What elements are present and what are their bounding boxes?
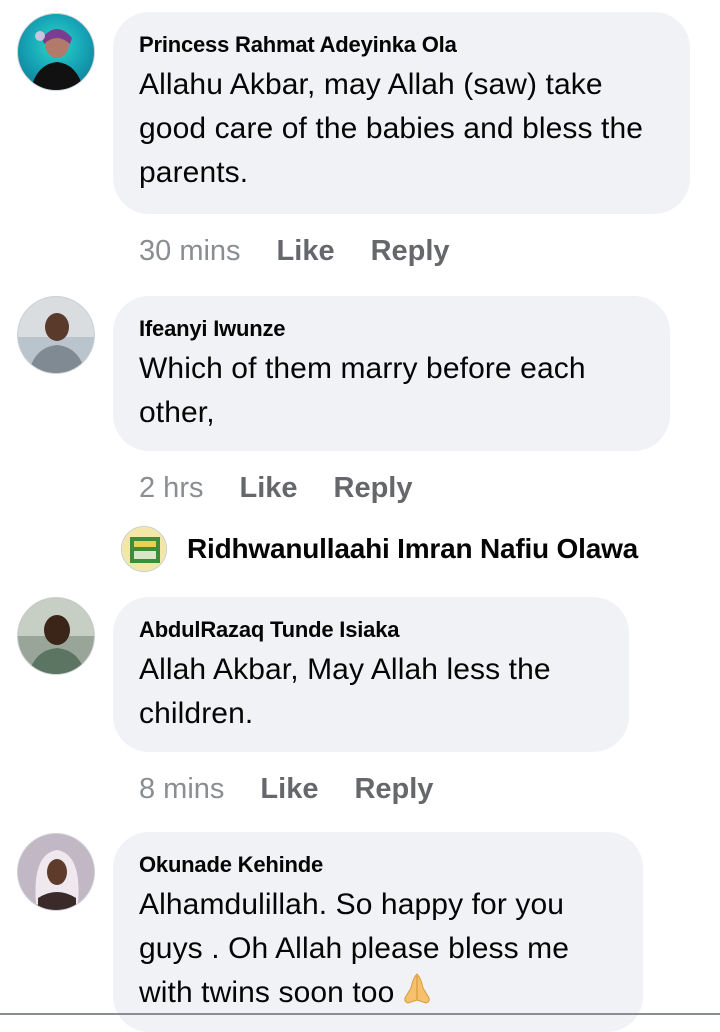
avatar-image — [35, 850, 79, 910]
avatar[interactable] — [17, 13, 95, 91]
comment-bubble: Ifeanyi Iwunze Which of them marry befor… — [113, 296, 670, 451]
comment-bubble: Okunade Kehinde Alhamdulillah. So happy … — [113, 832, 643, 1032]
comment-timestamp[interactable]: 2 hrs — [139, 472, 203, 504]
reply-button[interactable]: Reply — [334, 472, 413, 504]
avatar-image — [18, 598, 94, 674]
reply-author[interactable]: Ridhwanullaahi Imran Nafiu Olawa — [187, 533, 638, 565]
reply-button[interactable]: Reply — [354, 773, 433, 805]
like-button[interactable]: Like — [260, 773, 318, 805]
comment-text: Allahu Akbar, may Allah (saw) take good … — [139, 68, 644, 189]
comment-author[interactable]: AbdulRazaq Tunde Isiaka — [139, 616, 603, 644]
comment-bubble: AbdulRazaq Tunde Isiaka Allah Akbar, May… — [113, 597, 629, 752]
comment-text-segment: with twins soon too — [139, 976, 395, 1009]
like-button[interactable]: Like — [239, 472, 297, 504]
avatar[interactable] — [17, 597, 95, 675]
avatar-image — [30, 29, 84, 90]
comment-timestamp[interactable]: 30 mins — [139, 235, 241, 267]
comment-author[interactable]: Ifeanyi Iwunze — [139, 315, 644, 343]
comment-text-line: Alhamdulillah. So happy for you — [139, 888, 565, 921]
comment-author[interactable]: Princess Rahmat Adeyinka Ola — [139, 31, 664, 59]
avatar[interactable] — [17, 296, 95, 374]
reply-button[interactable]: Reply — [371, 235, 450, 267]
comment-text: Which of them marry before each other, — [139, 352, 586, 429]
avatar-image — [18, 297, 94, 373]
comment-actions: 2 hrs Like Reply — [139, 468, 413, 508]
like-button[interactable]: Like — [277, 235, 335, 267]
avatar[interactable] — [17, 833, 95, 911]
avatar[interactable] — [121, 526, 167, 572]
comment-timestamp[interactable]: 8 mins — [139, 773, 224, 805]
comment-text-line: with twins soon too — [139, 971, 617, 1019]
comment-author[interactable]: Okunade Kehinde — [139, 851, 617, 879]
avatar-image — [122, 527, 166, 571]
reply-preview[interactable]: Ridhwanullaahi Imran Nafiu Olawa — [121, 524, 638, 574]
comment-bubble: Princess Rahmat Adeyinka Ola Allahu Akba… — [113, 12, 690, 214]
folded-hands-icon — [400, 972, 434, 1019]
comment-actions: 8 mins Like Reply — [139, 769, 433, 809]
comment-text: Alhamdulillah. So happy for you guys . O… — [139, 883, 617, 1019]
comment-text: Allah Akbar, May Allah less the children… — [139, 653, 551, 730]
comment-actions: 30 mins Like Reply — [139, 231, 450, 271]
comment-text-line: guys . Oh Allah please bless me — [139, 932, 569, 965]
divider — [0, 1013, 720, 1015]
